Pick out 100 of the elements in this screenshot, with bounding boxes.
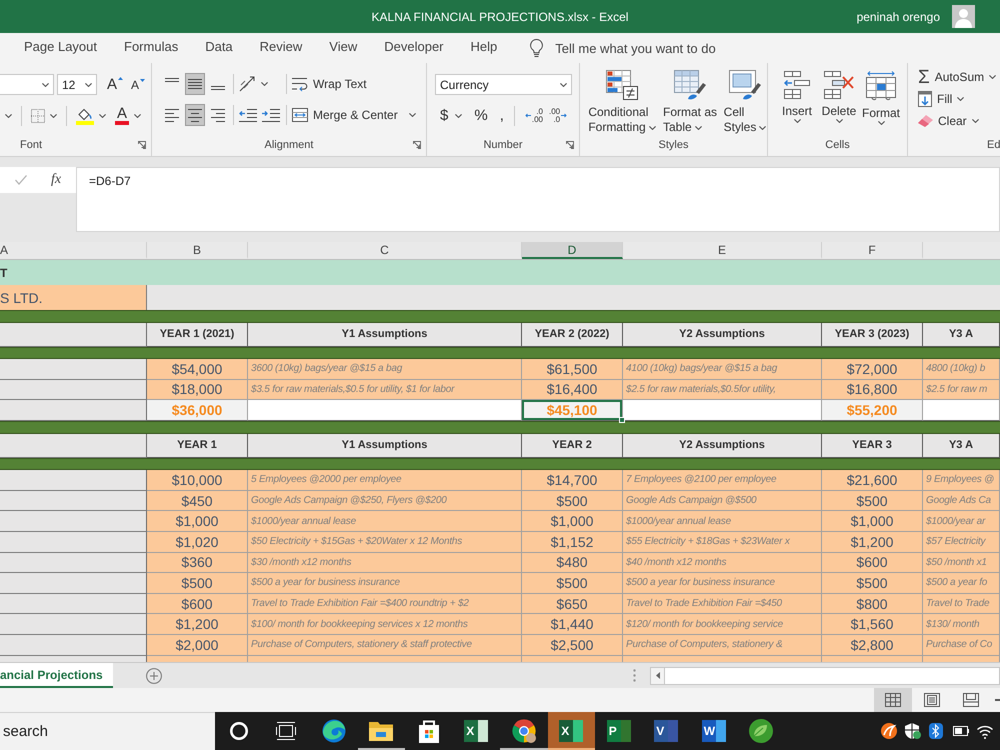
clear-button[interactable]: Clear	[918, 110, 1000, 132]
table-cell[interactable]: $2.5 for raw materials,$0.5for utility,	[623, 380, 822, 400]
ribbon-tab[interactable]: Help	[470, 38, 498, 58]
tell-me-search[interactable]: Tell me what you want to do	[555, 40, 716, 56]
insert-function-button[interactable]: fx	[51, 172, 62, 188]
table-cell[interactable]: $500	[822, 573, 923, 594]
table-cell[interactable]: $600	[147, 594, 248, 614]
table-cell[interactable]: $2,000	[147, 634, 248, 656]
table-cell[interactable]: $30 /month x12 months	[248, 552, 522, 574]
table-cell[interactable]: $1,020	[147, 532, 248, 553]
dialog-launcher-icon[interactable]	[566, 141, 574, 149]
table-cell[interactable]	[0, 552, 147, 574]
table-cell[interactable]: $1,200	[147, 614, 248, 635]
table-cell[interactable]: 7 Employees @2100 per employee	[623, 470, 822, 491]
table-cell[interactable]: Purchase of Co	[923, 634, 1000, 656]
table-cell[interactable]: $57 Electricity	[923, 532, 1000, 553]
battery-icon[interactable]	[953, 723, 969, 739]
table-cell[interactable]: 4800 (10kg) b	[923, 359, 1000, 380]
user-name[interactable]: peninah orengo	[856, 10, 940, 24]
borders-icon[interactable]	[31, 108, 45, 122]
table-cell[interactable]: $2.5 for raw m	[923, 380, 1000, 400]
table-cell[interactable]: $61,500	[522, 359, 623, 380]
ribbon-tab[interactable]: Developer	[384, 38, 444, 58]
table-cell[interactable]: $1,200	[822, 532, 923, 553]
table-cell[interactable]: $50 /month x1	[923, 552, 1000, 574]
table-cell[interactable]: S LTD.	[0, 285, 147, 310]
table-cell[interactable]: $10,000	[147, 470, 248, 491]
wrap-text-button[interactable]: Wrap Text	[292, 76, 367, 92]
conditional-formatting-button[interactable]: Conditional Formatting	[586, 70, 658, 136]
dropdown-caret-icon[interactable]	[99, 114, 106, 118]
taskbar-app-button[interactable]: W	[690, 712, 738, 750]
shrink-font-button[interactable]: A	[131, 78, 146, 90]
decrease-indent-icon[interactable]	[239, 108, 257, 122]
search-field[interactable]: search	[0, 712, 215, 750]
autosum-button[interactable]: Σ AutoSum	[918, 66, 1000, 88]
wifi-icon[interactable]	[977, 723, 993, 739]
table-cell[interactable]: $16,400	[522, 380, 623, 400]
ribbon-tab[interactable]: Formulas	[124, 38, 178, 58]
table-cell[interactable]: $1,440	[522, 614, 623, 635]
dialog-launcher-icon[interactable]	[413, 141, 421, 149]
table-cell[interactable]: $650	[522, 594, 623, 614]
text-orientation-icon[interactable]	[239, 76, 257, 92]
format-as-table-button[interactable]: Format as Table	[661, 70, 719, 136]
lightbulb-icon[interactable]	[530, 39, 544, 57]
dropdown-caret-icon[interactable]	[408, 113, 416, 117]
column-header[interactable]: F	[822, 242, 923, 259]
table-cell[interactable]	[0, 359, 147, 380]
table-cell[interactable]: $1,560	[822, 614, 923, 635]
bluetooth-icon[interactable]	[929, 723, 945, 739]
table-cell[interactable]: $72,000	[822, 359, 923, 380]
table-cell[interactable]: $480	[522, 552, 623, 574]
table-cell[interactable]: $600	[822, 552, 923, 574]
column-header[interactable]: E	[623, 242, 822, 259]
table-cell[interactable]: $1000/year ar	[923, 511, 1000, 532]
column-header[interactable]: B	[147, 242, 248, 259]
decrease-decimal-button[interactable]: .00 .0	[548, 108, 568, 124]
column-header[interactable]: D	[522, 242, 623, 259]
table-cell[interactable]	[0, 511, 147, 532]
enter-check-icon[interactable]	[15, 175, 27, 185]
font-size-field[interactable]: 12	[57, 74, 97, 95]
dropdown-caret-icon[interactable]	[134, 114, 142, 118]
grow-font-button[interactable]: A	[107, 77, 124, 92]
table-cell[interactable]: $14,700	[522, 470, 623, 491]
font-color-button[interactable]: A	[115, 106, 130, 124]
table-cell[interactable]	[248, 400, 522, 422]
table-cell[interactable]	[0, 470, 147, 491]
taskbar-app-button[interactable]: X	[548, 712, 595, 750]
table-cell[interactable]: $54,000	[147, 359, 248, 380]
formula-field[interactable]: =D6-D7	[76, 167, 1000, 232]
table-cell[interactable]: $800	[822, 594, 923, 614]
table-cell[interactable]: Google Ads Campaign @$500	[623, 490, 822, 512]
table-cell[interactable]: 4100 (10kg) bags/year @$15 a bag	[623, 359, 822, 380]
table-cell[interactable]: Travel to Trade Exhibition Fair =$450	[623, 594, 822, 614]
table-cell[interactable]: $1,152	[522, 532, 623, 553]
splitter-dots-icon[interactable]	[633, 669, 636, 682]
table-cell[interactable]: 3600 (10kg) bags/year @$15 a bag	[248, 359, 522, 380]
table-cell[interactable]	[0, 594, 147, 614]
table-cell[interactable]: $500	[822, 490, 923, 512]
fill-color-icon[interactable]	[76, 106, 94, 124]
table-cell[interactable]: $1,000	[147, 511, 248, 532]
table-cell[interactable]	[0, 573, 147, 594]
table-cell[interactable]: $1000/year annual lease	[248, 511, 522, 532]
format-button[interactable]: Format	[862, 71, 900, 136]
comma-format-button[interactable]: ,	[500, 108, 504, 123]
table-cell[interactable]: $1,000	[522, 511, 623, 532]
table-cell[interactable]: $500 a year fo	[923, 573, 1000, 594]
table-cell[interactable]	[923, 400, 1000, 422]
table-cell[interactable]: $1000/year annual lease	[623, 511, 822, 532]
table-cell[interactable]: $50 Electricity + $15Gas + $20Water x 12 Months	[248, 532, 522, 553]
taskbar-app-button[interactable]: X	[452, 712, 500, 750]
table-cell[interactable]: Travel to Trade	[923, 594, 1000, 614]
insert-button[interactable]: Insert	[778, 71, 816, 136]
table-cell[interactable]: $1,000	[822, 511, 923, 532]
dropdown-caret-icon[interactable]	[455, 114, 462, 118]
align-middle-button[interactable]	[185, 73, 205, 95]
table-cell[interactable]	[0, 614, 147, 635]
sheet-tab[interactable]: ancial Projections	[0, 663, 113, 688]
font-name-field[interactable]	[0, 74, 54, 95]
scroll-left-button[interactable]	[651, 668, 665, 684]
table-cell[interactable]: $18,000	[147, 380, 248, 400]
